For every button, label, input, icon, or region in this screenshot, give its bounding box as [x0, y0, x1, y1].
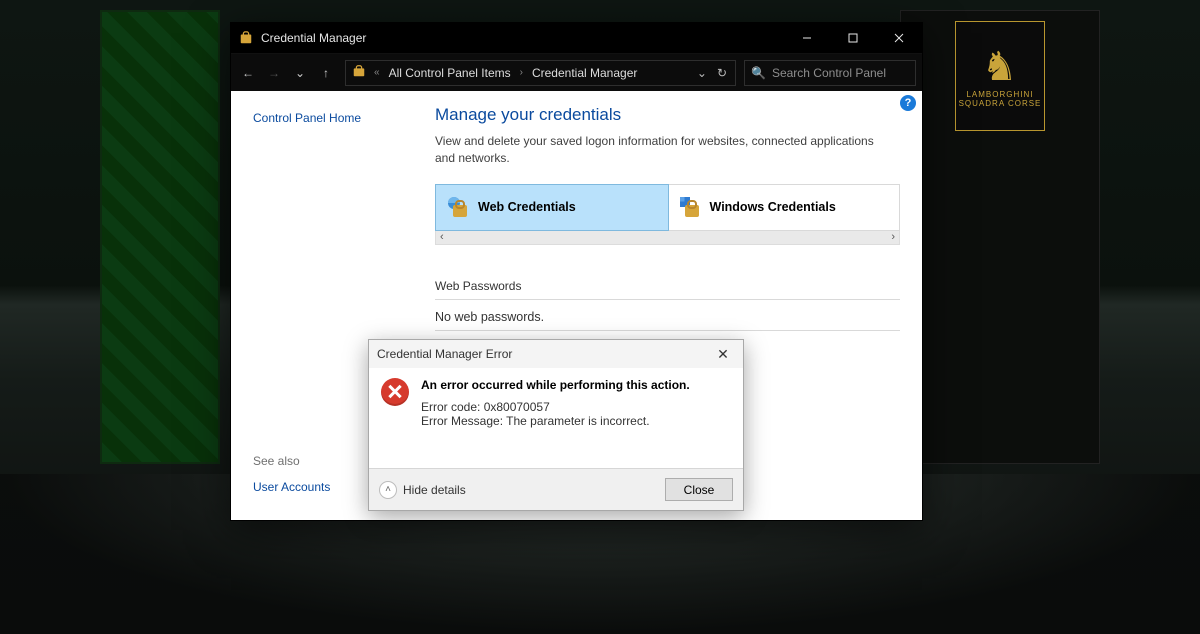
dialog-close-x[interactable]: ✕: [711, 346, 735, 363]
error-dialog: Credential Manager Error ✕ An error occu…: [368, 339, 744, 511]
search-box[interactable]: 🔍: [744, 60, 916, 86]
app-icon: [238, 30, 254, 46]
page-description: View and delete your saved logon informa…: [435, 133, 875, 168]
dialog-body: An error occurred while performing this …: [369, 368, 743, 468]
dialog-title: Credential Manager Error: [377, 347, 512, 361]
address-dropdown-icon[interactable]: ⌄: [697, 66, 707, 80]
brand-sub: SQUADRA CORSE: [959, 99, 1042, 108]
help-icon[interactable]: ?: [900, 95, 916, 111]
nav-recent-dropdown[interactable]: ⌄: [289, 59, 311, 87]
tab-windows-label: Windows Credentials: [710, 200, 836, 214]
chevron-right-icon: ›: [518, 67, 525, 78]
desktop-poster-left: [100, 10, 220, 464]
dialog-titlebar[interactable]: Credential Manager Error ✕: [369, 340, 743, 368]
maximize-button[interactable]: [830, 23, 876, 53]
control-panel-home-link[interactable]: Control Panel Home: [253, 111, 419, 125]
web-credentials-icon: [446, 195, 470, 219]
tab-windows-credentials[interactable]: Windows Credentials: [668, 185, 900, 230]
dialog-close-button[interactable]: Close: [665, 478, 733, 501]
breadcrumb-all-items[interactable]: All Control Panel Items: [386, 64, 514, 82]
titlebar[interactable]: Credential Manager: [231, 23, 922, 53]
nav-up-button[interactable]: ↑: [315, 59, 337, 87]
tab-web-credentials[interactable]: Web Credentials: [435, 184, 669, 231]
breadcrumb-sep-icon: «: [372, 67, 382, 78]
refresh-icon[interactable]: ↻: [717, 66, 727, 80]
address-icon: [350, 64, 368, 81]
breadcrumb-current[interactable]: Credential Manager: [529, 64, 640, 82]
divider: [435, 299, 900, 300]
scroll-right-icon[interactable]: ›: [891, 231, 895, 243]
navigation-bar: ← → ⌄ ↑ « All Control Panel Items › Cred…: [231, 53, 922, 91]
hide-details-toggle[interactable]: ˄ Hide details: [379, 481, 466, 499]
empty-passwords-message: No web passwords.: [435, 310, 900, 324]
section-web-passwords: Web Passwords: [435, 279, 900, 293]
desktop-poster-right: ♞ LAMBORGHINI SQUADRA CORSE: [900, 10, 1100, 464]
error-headline: An error occurred while performing this …: [421, 378, 690, 392]
scroll-left-icon[interactable]: ‹: [440, 231, 444, 243]
tab-web-label: Web Credentials: [478, 200, 576, 214]
nav-back-button[interactable]: ←: [237, 59, 259, 87]
nav-forward-button[interactable]: →: [263, 59, 285, 87]
search-input[interactable]: [772, 66, 927, 80]
chevron-up-icon: ˄: [379, 481, 397, 499]
window-title: Credential Manager: [261, 31, 366, 45]
dialog-message: An error occurred while performing this …: [421, 378, 690, 458]
bull-icon: ♞: [982, 44, 1019, 90]
close-button[interactable]: [876, 23, 922, 53]
minimize-button[interactable]: [784, 23, 830, 53]
error-icon: [381, 378, 409, 406]
horizontal-scrollbar[interactable]: ‹ ›: [435, 231, 900, 245]
search-icon: 🔍: [751, 66, 766, 80]
page-heading: Manage your credentials: [435, 105, 900, 125]
divider: [435, 330, 900, 331]
error-message-line: Error Message: The parameter is incorrec…: [421, 414, 690, 428]
hide-details-label: Hide details: [403, 483, 466, 497]
credential-type-row: Web Credentials Windows Credentials: [435, 184, 900, 231]
lamborghini-badge: ♞ LAMBORGHINI SQUADRA CORSE: [955, 21, 1045, 131]
error-code-line: Error code: 0x80070057: [421, 400, 690, 414]
windows-credentials-icon: [678, 195, 702, 219]
brand-text: LAMBORGHINI: [966, 90, 1033, 99]
address-bar[interactable]: « All Control Panel Items › Credential M…: [345, 60, 736, 86]
dialog-footer: ˄ Hide details Close: [369, 468, 743, 510]
